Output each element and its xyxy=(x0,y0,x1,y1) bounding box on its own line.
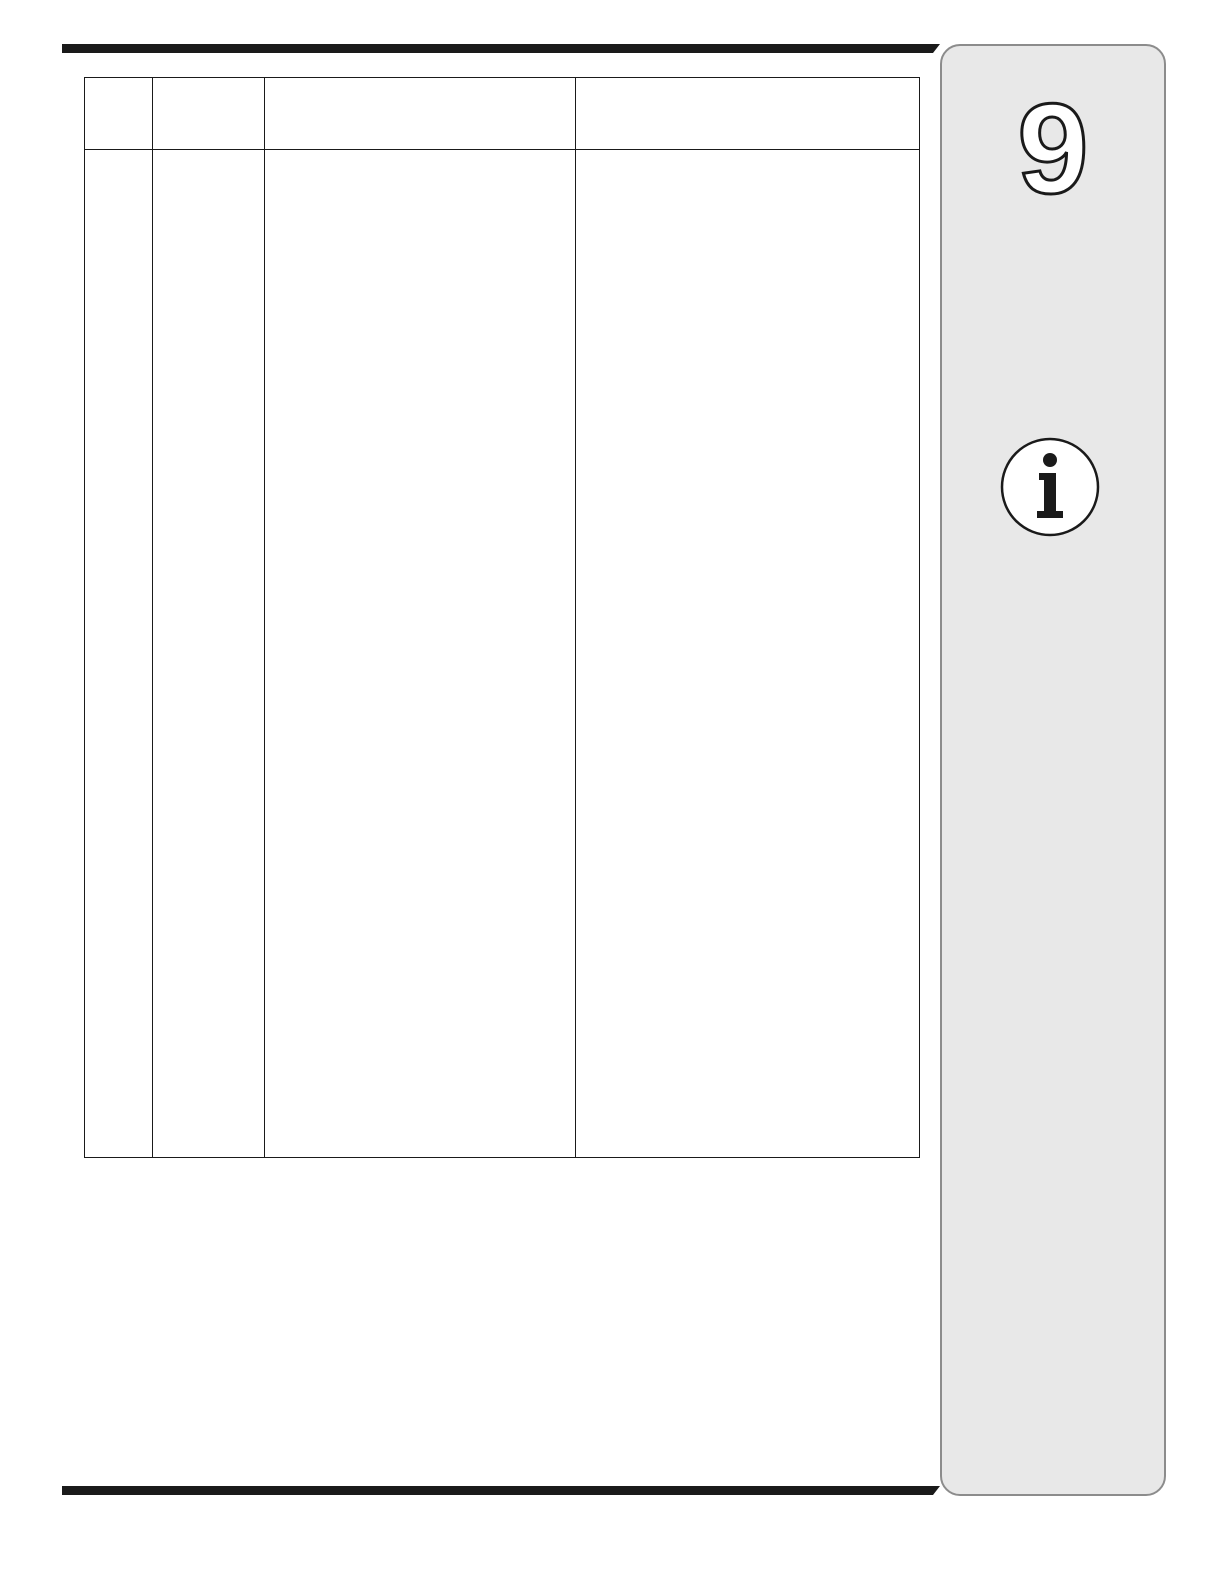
column-divider xyxy=(575,78,576,1157)
header-divider xyxy=(85,149,919,150)
bottom-rule xyxy=(62,1486,940,1495)
info-icon xyxy=(1000,437,1100,537)
column-header-4 xyxy=(575,78,918,149)
chapter-tab: 9 xyxy=(940,44,1166,1496)
column-header-2 xyxy=(152,78,264,149)
column-header-1 xyxy=(85,78,152,149)
parts-table xyxy=(84,77,920,1158)
top-rule xyxy=(62,44,940,53)
column-divider xyxy=(264,78,265,1157)
column-header-3 xyxy=(264,78,575,149)
column-divider xyxy=(152,78,153,1157)
chapter-number: 9 xyxy=(1016,78,1090,221)
